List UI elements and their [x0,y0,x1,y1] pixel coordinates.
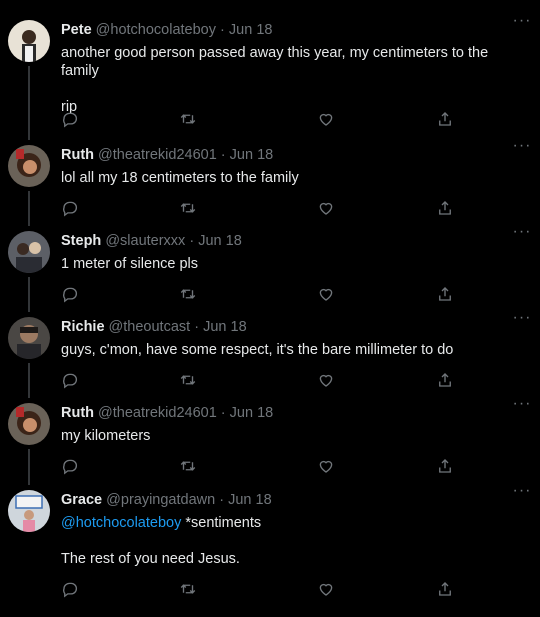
more-options-icon[interactable]: ··· [512,138,532,159]
user-handle[interactable]: @theoutcast [109,319,191,335]
reply-icon[interactable] [61,110,79,128]
tweet-header: Ruth @theatrekid24601 · Jun 18 [61,403,273,423]
user-handle[interactable]: @slauterxxx [105,233,185,249]
display-name[interactable]: Pete [61,22,92,38]
share-icon[interactable] [436,285,454,303]
tweet-body: my kilometers [61,427,521,445]
reply-icon[interactable] [61,580,79,598]
retweet-icon[interactable] [179,580,197,598]
tweet-header: Grace @prayingatdawn · Jun 18 [61,490,272,510]
like-icon[interactable] [317,580,335,598]
action-bar [61,371,461,391]
thread-line [28,191,30,226]
tweet-header: Richie @theoutcast · Jun 18 [61,317,247,337]
avatar[interactable] [8,20,50,62]
tweet-date[interactable]: Jun 18 [228,492,272,508]
tweet-date[interactable]: Jun 18 [198,233,242,249]
separator-dot: · [194,319,200,335]
tweet-text: @hotchocolateboy *sentiments [61,514,521,532]
tweet-text: The rest of you need Jesus. [61,551,240,567]
tweet-header: Ruth @theatrekid24601 · Jun 18 [61,145,273,165]
tweet-body: lol all my 18 centimeters to the family [61,169,521,187]
like-icon[interactable] [317,457,335,475]
tweet-text: another good person passed away this yea… [61,45,489,79]
mention-link[interactable]: @hotchocolateboy [61,515,181,531]
tweet-text: lol all my 18 centimeters to the family [61,170,299,186]
user-handle[interactable]: @prayingatdawn [106,492,215,508]
separator-dot: · [189,233,195,249]
share-icon[interactable] [436,110,454,128]
tweet-body: another good person passed away this yea… [61,44,521,116]
separator-dot: · [220,22,225,38]
retweet-icon[interactable] [179,110,197,128]
tweet-text-fragment: *sentiments [185,515,262,531]
avatar[interactable] [8,403,50,445]
action-bar [61,199,461,219]
action-bar [61,457,461,477]
tweet-date[interactable]: Jun 18 [230,147,274,163]
more-options-icon[interactable]: ··· [512,310,532,331]
tweet-date[interactable]: Jun 18 [230,405,274,421]
retweet-icon[interactable] [179,371,197,389]
like-icon[interactable] [317,371,335,389]
like-icon[interactable] [317,199,335,217]
separator-dot: · [220,405,226,421]
action-bar [61,580,461,600]
separator-dot: · [220,147,226,163]
share-icon[interactable] [436,457,454,475]
tweet-header: Pete @hotchocolateboy · Jun 18 [61,20,272,40]
tweet-text: 1 meter of silence pls [61,256,199,272]
retweet-icon[interactable] [179,457,197,475]
retweet-icon[interactable] [179,285,197,303]
tweet-thread: Pete @hotchocolateboy · Jun 18 ··· anoth… [0,0,540,617]
display-name[interactable]: Ruth [61,405,94,421]
tweet-text: my kilometers [61,428,151,444]
user-handle[interactable]: @theatrekid24601 [98,147,217,163]
avatar[interactable] [8,490,50,532]
more-options-icon[interactable]: ··· [512,13,532,34]
avatar[interactable] [8,145,50,187]
thread-line [28,363,30,398]
retweet-icon[interactable] [179,199,197,217]
tweet-date[interactable]: Jun 18 [229,22,273,38]
action-bar [61,110,461,130]
thread-line [28,277,30,312]
separator-dot: · [219,492,225,508]
user-handle[interactable]: @hotchocolateboy [96,22,216,38]
tweet-body: @hotchocolateboy *sentiments The rest of… [61,514,521,568]
display-name[interactable]: Richie [61,319,105,335]
tweet-header: Steph @slauterxxx · Jun 18 [61,231,242,251]
more-options-icon[interactable]: ··· [512,396,532,417]
like-icon[interactable] [317,110,335,128]
share-icon[interactable] [436,371,454,389]
display-name[interactable]: Grace [61,492,102,508]
share-icon[interactable] [436,199,454,217]
tweet-date[interactable]: Jun 18 [203,319,247,335]
more-options-icon[interactable]: ··· [512,224,532,245]
share-icon[interactable] [436,580,454,598]
tweet-text: guys, c'mon, have some respect, it's the… [61,342,454,358]
avatar[interactable] [8,231,50,273]
display-name[interactable]: Steph [61,233,101,249]
thread-line [28,66,30,140]
tweet-body: guys, c'mon, have some respect, it's the… [61,341,521,359]
reply-icon[interactable] [61,199,79,217]
like-icon[interactable] [317,285,335,303]
reply-icon[interactable] [61,285,79,303]
avatar[interactable] [8,317,50,359]
reply-icon[interactable] [61,371,79,389]
action-bar [61,285,461,305]
reply-icon[interactable] [61,457,79,475]
display-name[interactable]: Ruth [61,147,94,163]
user-handle[interactable]: @theatrekid24601 [98,405,217,421]
tweet-body: 1 meter of silence pls [61,255,521,273]
thread-line [28,449,30,485]
more-options-icon[interactable]: ··· [512,483,532,504]
